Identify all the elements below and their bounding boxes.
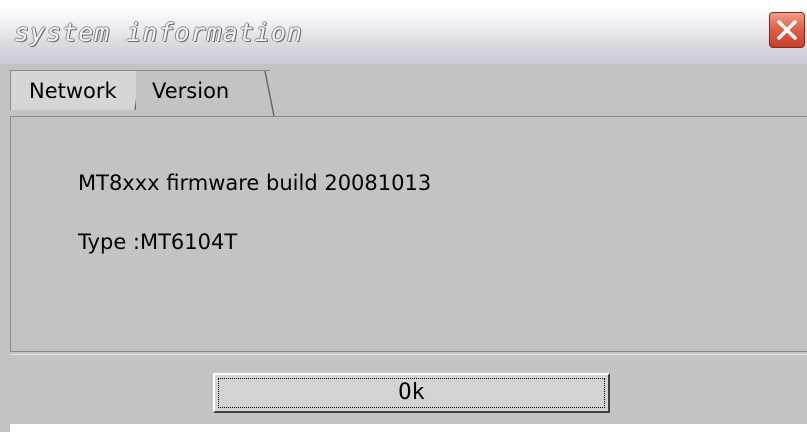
ok-button-label: Ok (398, 380, 425, 405)
tab-network[interactable]: Network (10, 70, 140, 110)
tab-version-label: Version (152, 79, 230, 103)
system-information-dialog: system information Network Version MT8xx… (0, 8, 807, 432)
tab-network-label: Network (29, 79, 117, 103)
footer-divider (10, 351, 807, 355)
title-bar[interactable]: system information (0, 8, 807, 65)
firmware-build-text: MT8xxx firmware build 20081013 (78, 171, 432, 195)
tab-panel-left-border (10, 116, 11, 352)
window-title: system information (14, 18, 303, 47)
ok-button[interactable]: Ok (213, 373, 610, 413)
dialog-client-area: Network Version MT8xxx firmware build 20… (10, 64, 807, 424)
window-left-edge (0, 64, 10, 432)
close-button[interactable] (769, 12, 805, 48)
close-icon (777, 20, 797, 40)
tab-panel-top-border (10, 116, 807, 117)
device-type-text: Type :MT6104T (78, 230, 238, 254)
tab-version[interactable]: Version (136, 70, 270, 110)
tab-version-right-edge (264, 70, 275, 116)
tab-strip: Network Version (10, 64, 807, 116)
